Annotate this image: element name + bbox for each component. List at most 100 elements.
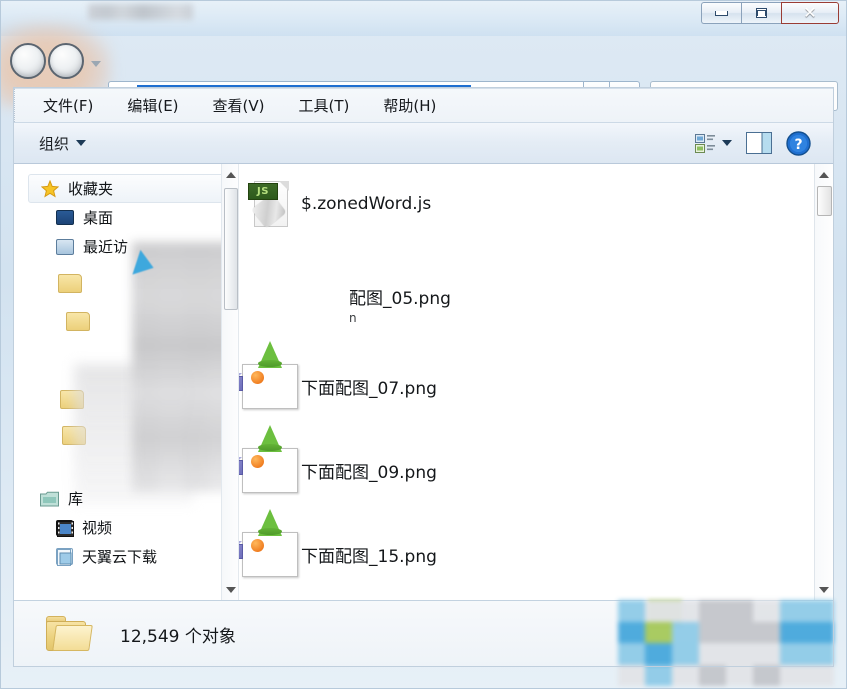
- organize-label: 组织: [39, 134, 70, 153]
- organize-button[interactable]: 组织: [31, 129, 94, 158]
- mosaic-cell: [699, 664, 726, 686]
- view-options-icon: [695, 133, 715, 153]
- mosaic-cell: [672, 600, 699, 622]
- sidebar-folder-item[interactable]: [58, 274, 82, 293]
- sidebar-item-desktop[interactable]: 桌面: [14, 203, 238, 232]
- scroll-down-button[interactable]: [815, 581, 832, 598]
- sidebar-item-label: 最近访: [83, 238, 129, 256]
- mosaic-cell: [780, 621, 807, 643]
- blurred-overlay-bottomright: [618, 600, 834, 686]
- list-item[interactable]: 配图_05.png n: [239, 274, 779, 334]
- recent-locations-chevron-down-icon[interactable]: [91, 61, 101, 67]
- file-list-scrollbar[interactable]: [814, 164, 833, 600]
- mosaic-cell: [753, 621, 780, 643]
- list-item[interactable]: JS $.zonedWord.js: [239, 174, 779, 234]
- sidebar-item-label: 库: [68, 490, 84, 508]
- mosaic-cell: [807, 643, 834, 665]
- menu-item-tools[interactable]: 工具(T): [289, 92, 360, 119]
- sidebar-item-label: 收藏夹: [68, 180, 114, 198]
- sidebar-item-videos[interactable]: 视频: [14, 513, 222, 542]
- mosaic-cell: [618, 621, 645, 643]
- svg-text:?: ?: [794, 137, 802, 153]
- chevron-up-icon: [225, 171, 236, 178]
- desktop-icon: [56, 210, 74, 225]
- file-name: 下面配图_15.png: [301, 546, 437, 567]
- chevron-up-icon: [818, 171, 829, 178]
- forward-button[interactable]: [48, 43, 84, 79]
- file-name: 配图_05.png: [349, 288, 451, 309]
- mosaic-cell: [645, 643, 672, 665]
- mosaic-cell: [807, 621, 834, 643]
- sidebar-scrollbar[interactable]: [221, 164, 238, 600]
- mosaic-cell: [726, 664, 753, 686]
- content-area: 收藏夹 桌面 最近访 库 视频 天翼云下载 JS $.zonedWord.js …: [14, 164, 833, 601]
- menu-bar: 文件(F) 编辑(E) 查看(V) 工具(T) 帮助(H): [14, 88, 833, 122]
- chevron-down-icon: [225, 586, 236, 593]
- mosaic-cell: [645, 600, 672, 622]
- mosaic-cell: [699, 621, 726, 643]
- preview-pane-icon: [746, 132, 772, 154]
- mosaic-cell: [699, 600, 726, 622]
- preview-pane-button[interactable]: [746, 132, 772, 154]
- chevron-down-icon: [76, 140, 87, 146]
- explorer-window: ✕ \Microsoft\Windows\Temporary Internet …: [0, 0, 847, 689]
- mosaic-cell: [753, 643, 780, 665]
- chevron-down-icon: [818, 586, 829, 593]
- mosaic-cell: [753, 600, 780, 622]
- help-button[interactable]: ?: [786, 130, 811, 156]
- menu-item-file[interactable]: 文件(F): [33, 92, 103, 119]
- file-name: 下面配图_09.png: [301, 462, 437, 483]
- mosaic-cell: [672, 621, 699, 643]
- sidebar-item-label: 桌面: [83, 209, 114, 227]
- sidebar-scroll-down-button[interactable]: [222, 581, 238, 598]
- sidebar-folder-item[interactable]: [66, 312, 90, 331]
- video-icon: [56, 519, 74, 537]
- mosaic-cell: [726, 643, 753, 665]
- image-file-icon: [239, 508, 301, 577]
- list-item[interactable]: 下面配图_15.png: [239, 508, 779, 584]
- menu-item-view[interactable]: 查看(V): [203, 92, 275, 119]
- item-count-text: 12,549 个对象: [120, 626, 236, 647]
- mosaic-cell: [618, 664, 645, 686]
- mosaic-cell: [672, 643, 699, 665]
- image-file-icon: [239, 424, 301, 493]
- sidebar-scroll-up-button[interactable]: [222, 166, 238, 183]
- mosaic-cell: [726, 621, 753, 643]
- maximize-restore-button[interactable]: [741, 2, 781, 24]
- sidebar-item-label: 天翼云下载: [82, 548, 158, 566]
- mosaic-cell: [645, 621, 672, 643]
- sidebar-item-libraries[interactable]: 库: [14, 484, 222, 513]
- sidebar-scrollbar-thumb[interactable]: [224, 188, 238, 310]
- file-name-overflow: n: [349, 310, 357, 325]
- window-controls: ✕: [701, 2, 839, 24]
- restore-icon: [756, 8, 767, 18]
- minimize-button[interactable]: [701, 2, 741, 24]
- library-icon: [40, 491, 59, 507]
- star-icon: [40, 179, 60, 198]
- close-button[interactable]: ✕: [781, 2, 839, 24]
- sidebar-item-cloud-download[interactable]: 天翼云下载: [14, 542, 222, 571]
- menu-item-edit[interactable]: 编辑(E): [117, 92, 188, 119]
- chevron-down-icon: [722, 140, 732, 146]
- mosaic-cell: [780, 643, 807, 665]
- list-item[interactable]: 下面配图_09.png: [239, 424, 779, 500]
- sidebar-item-favorites[interactable]: 收藏夹: [28, 174, 230, 203]
- help-icon: ?: [786, 130, 811, 156]
- scroll-up-button[interactable]: [815, 166, 832, 183]
- mosaic-cell: [807, 664, 834, 686]
- menu-item-help[interactable]: 帮助(H): [373, 92, 446, 119]
- mosaic-cell: [672, 664, 699, 686]
- list-item[interactable]: 下面配图_07.png: [239, 340, 779, 416]
- mosaic-cell: [618, 600, 645, 622]
- mosaic-cell: [780, 664, 807, 686]
- file-list-pane[interactable]: JS $.zonedWord.js 配图_05.png n 下面配图_07.pn…: [239, 164, 833, 600]
- back-button[interactable]: [10, 43, 46, 79]
- sidebar-item-label: 视频: [82, 519, 113, 537]
- blurred-title-text: [88, 4, 193, 20]
- minimize-icon: [715, 10, 728, 16]
- file-list-scrollbar-thumb[interactable]: [817, 186, 832, 216]
- mosaic-cell: [753, 664, 780, 686]
- view-options-button[interactable]: [695, 133, 732, 153]
- command-toolbar: 组织 ?: [14, 122, 833, 164]
- folder-icon: [46, 614, 93, 654]
